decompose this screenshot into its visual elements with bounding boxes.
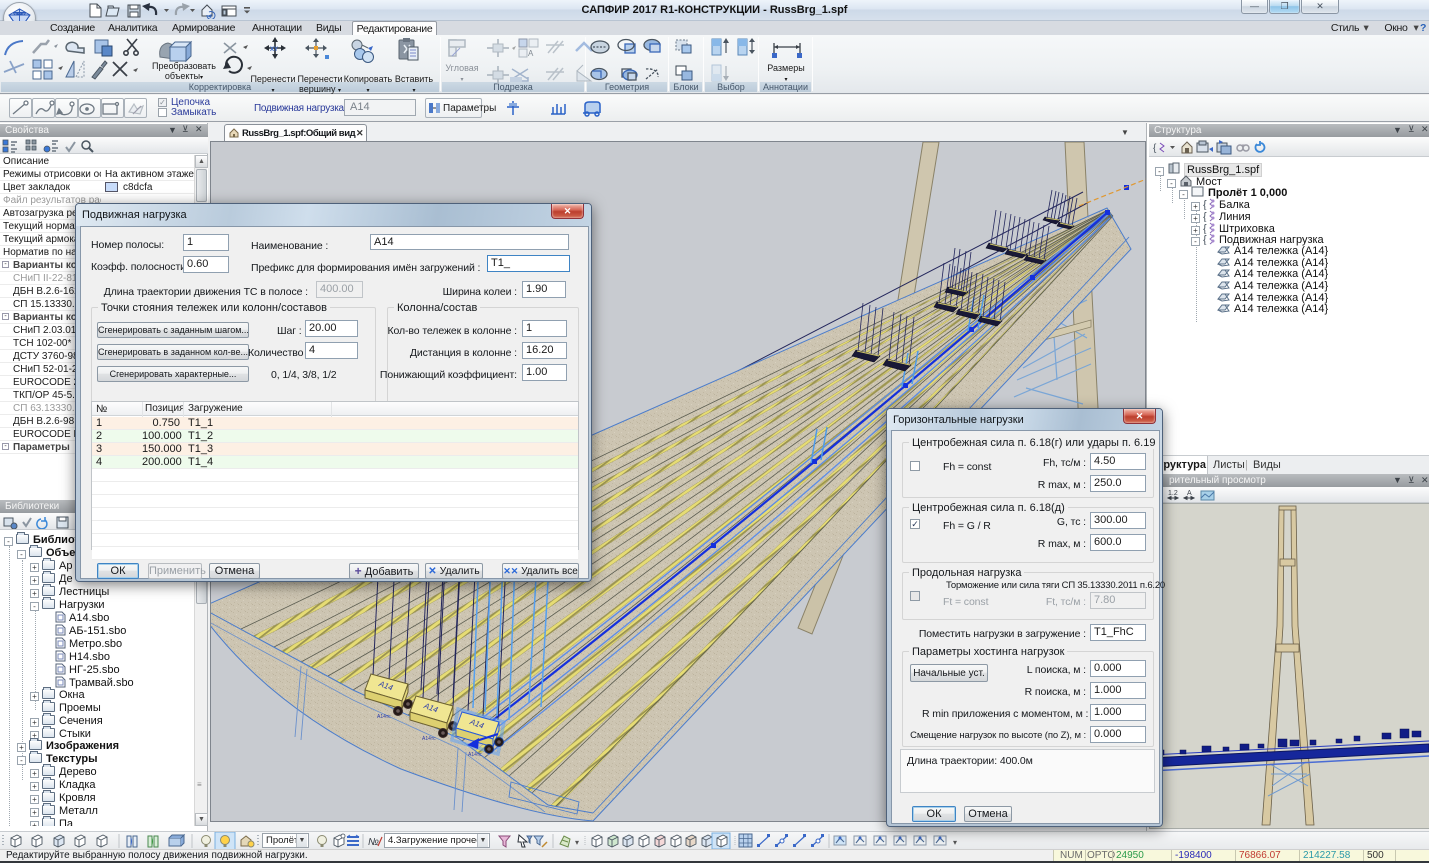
svg-text:A14тс: A14тс — [377, 714, 391, 720]
svg-text:▾: ▾ — [953, 838, 957, 847]
svg-text:A14тс: A14тс — [422, 736, 436, 742]
svg-text:№: № — [368, 837, 379, 848]
svg-text:XY: XY — [270, 47, 278, 53]
svg-text:A14тс: A14тс — [468, 752, 482, 758]
svg-text:A: A — [528, 49, 534, 58]
svg-text:1.2: 1.2 — [1168, 490, 1178, 497]
svg-text:A: A — [1187, 490, 1192, 497]
svg-text:{: { — [1153, 143, 1157, 154]
svg-text:▾: ▾ — [575, 838, 579, 847]
